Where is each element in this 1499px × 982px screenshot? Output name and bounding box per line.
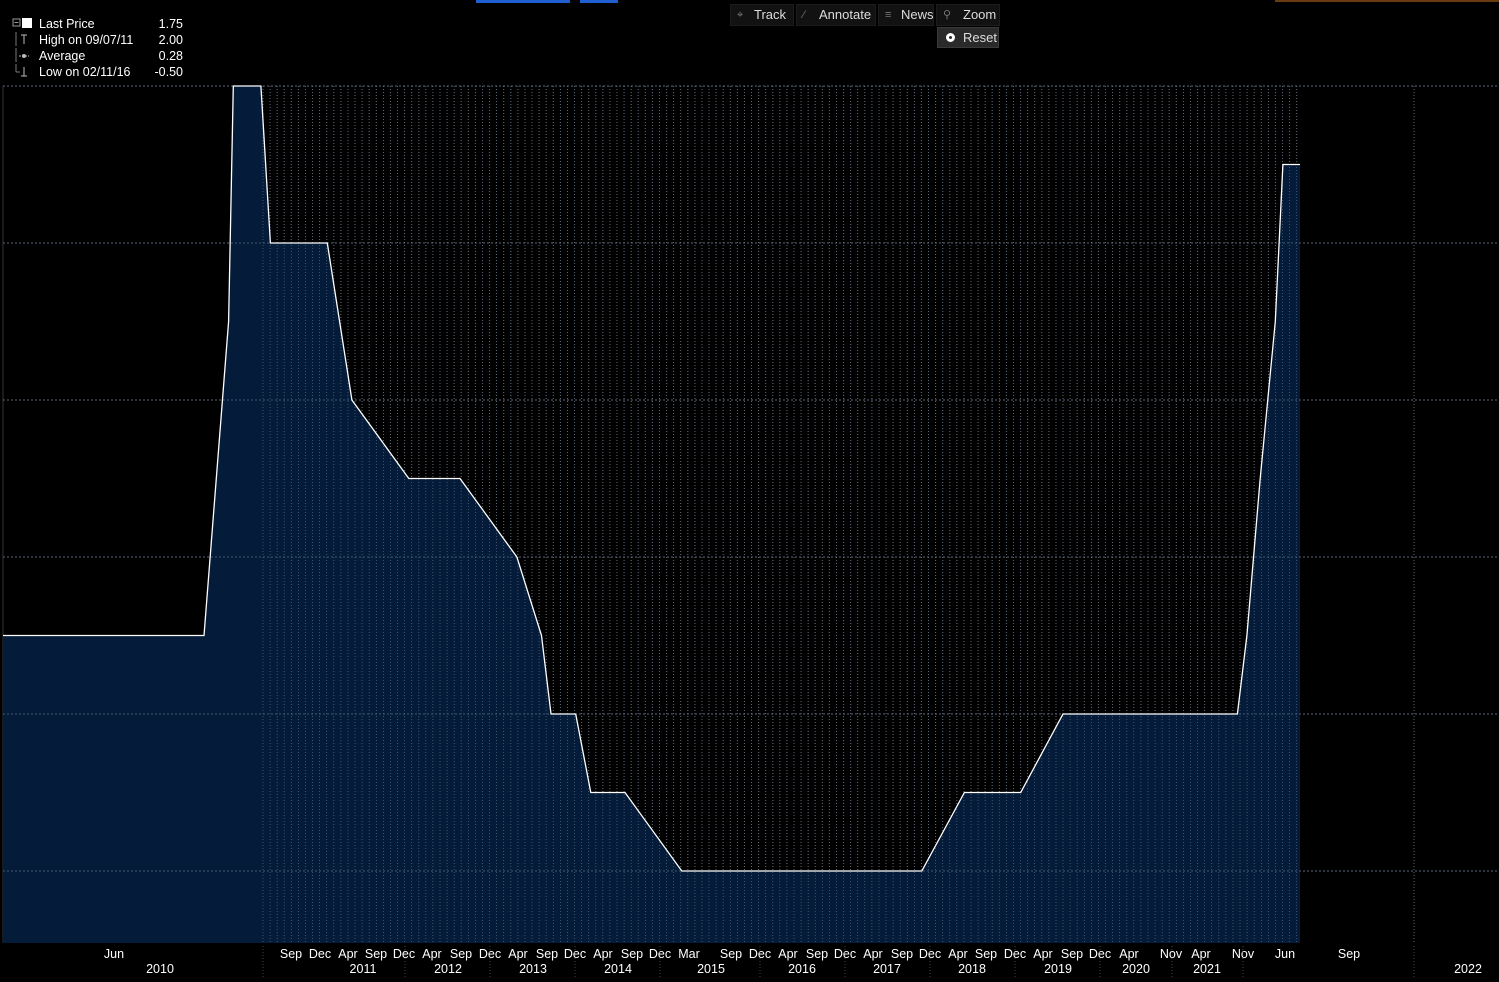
x-axis: Jun Sep Dec Apr Sep Dec Apr Sep Dec Apr Sep Dec Apr S… [104,946,1482,978]
track-button[interactable]: ⌖ Track [730,4,794,26]
legend-label: Last Price [39,17,95,31]
legend-row-low[interactable]: Low on 02/11/16 -0.50 [5,64,189,80]
legend-label: High on 09/07/11 [39,33,134,47]
annotate-button[interactable]: ∕ Annotate [796,4,876,26]
radio-icon [946,33,955,42]
high-marker-icon [10,32,30,48]
x-year-label: 2013 [519,962,547,976]
x-year-label: 2011 [350,962,377,976]
x-tick-label: Sep [891,947,913,961]
x-tick-label: Apr [1191,947,1210,961]
x-tick-label: Dec [393,947,415,961]
x-tick-label: Apr [1033,947,1052,961]
legend-row-last-price[interactable]: Last Price 1.75 [5,16,189,32]
x-year-label: 2021 [1193,962,1221,976]
x-tick-label: Sep [975,947,997,961]
x-tick-label: Apr [863,947,882,961]
average-marker-icon [10,48,30,64]
x-tick-label: Dec [309,947,331,961]
legend-row-high[interactable]: High on 09/07/11 2.00 [5,32,189,48]
x-year-label: 2018 [958,962,986,976]
x-tick-label: Sep [806,947,828,961]
legend-label: Average [39,49,86,63]
pencil-icon: ∕ [803,9,805,21]
legend-value: 2.00 [158,33,183,47]
x-tick-label: Apr [422,947,441,961]
x-tick-label: Sep [621,947,643,961]
x-tick-label: Sep [1061,947,1083,961]
x-tick-label: Sep [536,947,558,961]
collapse-icon[interactable] [10,16,32,32]
legend-value: -0.50 [154,65,184,79]
x-tick-label: Sep [280,947,302,961]
x-year-label: 2020 [1122,962,1150,976]
x-tick-label: Nov [1160,947,1183,961]
x-year-label: 2014 [604,962,632,976]
x-tick-label: Sep [365,947,387,961]
legend-label: Low on 02/11/16 [39,65,131,79]
x-year-label: 2010 [146,962,174,976]
low-marker-icon [10,64,30,80]
legend-value: 1.75 [158,17,183,31]
legend-panel: Last Price 1.75 High on 09/07/11 2.00 Av… [5,11,189,81]
x-tick-label: Apr [948,947,967,961]
x-tick-label: Sep [450,947,472,961]
x-tick-label: Apr [1119,947,1138,961]
x-year-label: 2015 [697,962,725,976]
legend-value: 0.28 [158,49,183,63]
crosshair-icon: ⌖ [737,9,744,21]
chart-plot[interactable]: Jun Sep Dec Apr Sep Dec Apr Sep Dec Apr Sep Dec Apr S… [0,0,1499,982]
x-tick-label: Apr [778,947,797,961]
x-tick-label: Jun [1275,947,1295,961]
x-year-label: 2022 [1454,962,1482,976]
x-tick-label: Apr [338,947,357,961]
x-year-label: 2017 [873,962,901,976]
x-year-label: 2016 [788,962,816,976]
x-tick-label: Sep [1338,947,1360,961]
zoom-button[interactable]: ⚲ Zoom [936,4,1000,26]
reset-button[interactable]: Reset [937,27,999,48]
legend-row-average[interactable]: Average 0.28 [5,48,189,64]
x-tick-label: Apr [508,947,527,961]
x-year-label: 2019 [1044,962,1072,976]
x-tick-label: Jun [104,947,124,961]
x-tick-label: Apr [593,947,612,961]
area-fill [3,86,1300,943]
x-tick-label: Sep [720,947,742,961]
x-tick-label: Mar [678,947,700,961]
magnifier-icon: ⚲ [943,9,952,21]
x-year-label: 2012 [434,962,462,976]
news-button[interactable]: ≡ News [878,4,934,26]
news-icon: ≡ [885,9,892,21]
